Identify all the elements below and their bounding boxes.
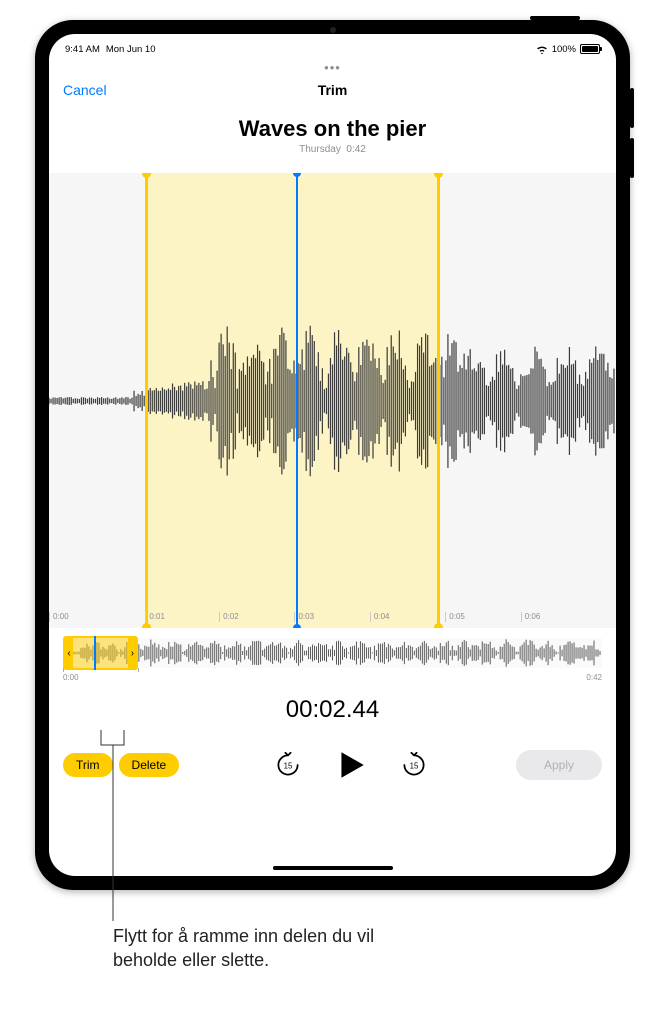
status-date: Mon Jun 10 [106,44,156,55]
overview-handle-left[interactable]: ‹ [65,638,73,668]
volume-up-button [630,88,634,128]
trim-handle-right[interactable] [437,173,440,628]
volume-down-button [630,138,634,178]
overview-end: 0:42 [586,673,602,682]
recording-header: Waves on the pier Thursday 0:42 [49,116,616,155]
ruler-tick: 0:05 [445,612,520,622]
trim-button[interactable]: Trim [63,753,113,777]
ruler-tick: 0:06 [521,612,616,622]
svg-text:15: 15 [283,762,292,771]
overview-waveform [63,638,602,668]
nav-bar: Cancel Trim [49,68,616,112]
overview-strip[interactable]: ‹ › 0:00 0:42 [63,638,602,682]
svg-text:15: 15 [409,762,418,771]
waveform [49,301,616,501]
ruler-tick: 0:03 [294,612,369,622]
ruler-tick: 0:04 [370,612,445,622]
cancel-button[interactable]: Cancel [63,82,107,98]
recording-day: Thursday [299,144,341,155]
status-time: 9:41 AM [65,44,100,55]
overview-start: 0:00 [63,673,79,682]
recording-title: Waves on the pier [49,116,616,142]
time-ruler: 0:00 0:01 0:02 0:03 0:04 0:05 0:06 [49,612,616,622]
skip-forward-button[interactable]: 15 [400,751,428,779]
screen: 9:41 AM Mon Jun 10 100% ••• Cancel Trim … [49,34,616,876]
playhead[interactable] [296,173,298,628]
wifi-icon [536,45,548,54]
play-button[interactable] [334,748,368,782]
overview-tick [63,668,64,672]
delete-button[interactable]: Delete [119,753,180,777]
ipad-frame: 9:41 AM Mon Jun 10 100% ••• Cancel Trim … [35,20,630,890]
nav-title: Trim [318,82,348,98]
skip-back-button[interactable]: 15 [274,751,302,779]
ruler-tick: 0:02 [219,612,294,622]
ruler-tick: 0:01 [145,612,219,622]
recording-duration: 0:42 [346,144,365,155]
overview-trim-region[interactable]: ‹ › [63,636,138,670]
status-bar: 9:41 AM Mon Jun 10 100% [49,38,616,60]
recording-meta: Thursday 0:42 [49,144,616,155]
apply-button[interactable]: Apply [516,750,602,780]
overview-handle-right[interactable]: › [128,638,136,668]
timecode: 00:02.44 [49,696,616,724]
home-indicator[interactable] [273,866,393,870]
transport-controls: 15 15 [185,748,516,782]
controls-row: Trim Delete 15 15 Apply [49,748,616,782]
battery-pct: 100% [552,44,576,55]
waveform-area[interactable]: 0:00 0:01 0:02 0:03 0:04 0:05 0:06 [49,173,616,628]
overview-tick [138,668,139,672]
camera-dot [330,27,336,33]
callout-text: Flytt for å ramme inn delen du vil behol… [113,924,433,973]
power-button [530,16,580,20]
overview-playhead[interactable] [94,636,96,670]
trim-handle-left[interactable] [145,173,148,628]
ruler-tick: 0:00 [49,612,145,622]
battery-icon [580,44,600,54]
